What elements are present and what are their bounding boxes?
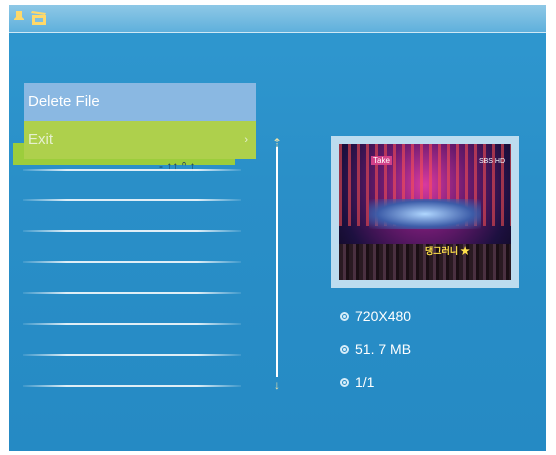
resolution-value: 720X480 (355, 308, 412, 324)
scrollbar[interactable]: ⇡ ↓ (272, 137, 282, 391)
page-value: 1/1 (355, 374, 375, 390)
list-row-divider (23, 169, 241, 171)
chevron-right-icon: › (244, 134, 248, 146)
file-size-value: 51. 7 MB (355, 341, 412, 357)
info-page: 1/1 (340, 374, 374, 390)
menu-item-label: Exit (28, 131, 54, 148)
top-bar (9, 5, 546, 33)
list-row-divider (23, 261, 241, 263)
bullet-icon (340, 344, 349, 354)
thumbnail-badge: Take (371, 156, 392, 165)
scroll-down-arrow-icon[interactable]: ↓ (270, 379, 284, 391)
info-file-size: 51. 7 MB (340, 341, 411, 357)
info-resolution: 720X480 (340, 308, 411, 324)
list-row-divider (23, 292, 241, 294)
preview-frame: Take SBS HD 댕그러니 ★ (331, 136, 519, 288)
menu-item-delete-file[interactable]: Delete File (24, 83, 256, 121)
bullet-icon (340, 377, 349, 387)
context-menu: Delete File Exit › (24, 83, 256, 159)
photo-frame-screen: - ↑↑ ᐢ ↑ Delete File Exit › ⇡ ↓ Take SBS… (9, 5, 546, 451)
menu-item-label: Delete File (28, 93, 100, 110)
film-icon (31, 10, 46, 26)
video-thumbnail: Take SBS HD 댕그러니 ★ (339, 144, 511, 280)
list-row-divider (23, 323, 241, 325)
list-row-divider (23, 354, 241, 356)
list-row-divider (23, 230, 241, 232)
list-row-divider (23, 385, 241, 387)
list-row-divider (23, 199, 241, 201)
menu-item-exit[interactable]: Exit › (24, 121, 256, 159)
pin-icon (12, 10, 26, 26)
broadcaster-logo: SBS HD (478, 158, 505, 165)
thumbnail-caption: 댕그러니 ★ (425, 246, 470, 256)
stage-glow (369, 199, 481, 229)
bullet-icon (340, 311, 349, 321)
scrollbar-track[interactable] (276, 147, 278, 377)
